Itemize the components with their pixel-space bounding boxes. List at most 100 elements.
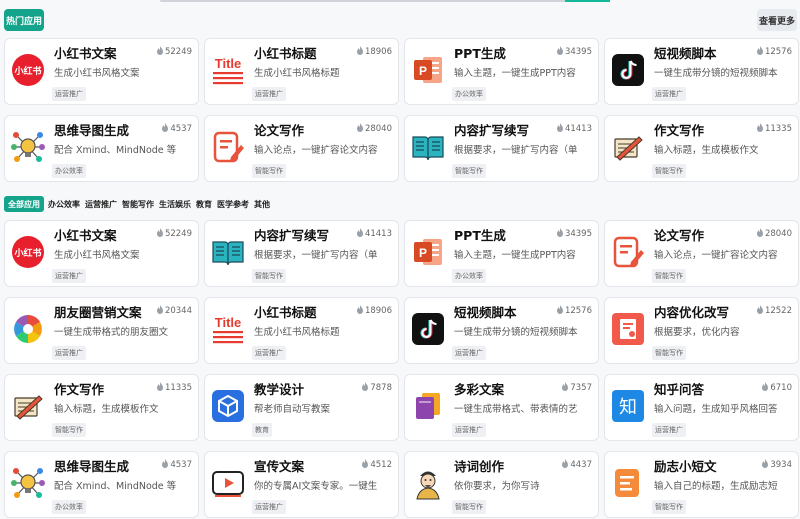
usage-count: 28040 xyxy=(756,228,792,240)
app-description: 一键生成带分镜的短视频脚本 xyxy=(654,68,778,79)
app-card[interactable]: 论文写作 28040 输入论点，一键扩容论文内容 智能写作 xyxy=(604,220,799,287)
usage-count: 18906 xyxy=(356,305,392,317)
usage-count: 7357 xyxy=(561,382,592,394)
app-title: 教学设计 xyxy=(254,382,305,397)
search-button-edge[interactable] xyxy=(565,0,610,2)
open-book-icon xyxy=(411,130,445,164)
app-card[interactable]: 小红书 小红书文案 52249 生成小红书风格文案 运营推广 xyxy=(4,38,199,105)
usage-count-value: 7357 xyxy=(570,383,592,393)
app-card[interactable]: 宣传文案 4512 你的专属AI文案专家。一键生 运营推广 xyxy=(204,451,399,518)
usage-count-value: 28040 xyxy=(364,124,392,134)
category-tag: 智能写作 xyxy=(652,164,686,178)
category-tag: 办公效率 xyxy=(452,87,486,101)
category-item[interactable]: 运营推广 xyxy=(85,199,117,210)
category-tag: 智能写作 xyxy=(452,500,486,514)
usage-count-value: 12576 xyxy=(764,47,792,57)
moments-icon xyxy=(11,312,45,346)
view-more-button[interactable]: 查看更多 xyxy=(757,9,797,31)
app-title: 励志小短文 xyxy=(654,459,717,474)
app-description: 你的专属AI文案专家。一键生 xyxy=(254,481,378,492)
usage-count: 4537 xyxy=(161,123,192,135)
app-card[interactable]: Title 小红书标题 18906 生成小红书风格标题 运营推广 xyxy=(204,38,399,105)
app-card[interactable]: 诗词创作 4437 依你要求，为你写诗 智能写作 xyxy=(404,451,599,518)
app-card[interactable]: 短视频脚本 12576 一键生成带分镜的短视频脚本 运营推广 xyxy=(604,38,799,105)
category-tag: 运营推广 xyxy=(52,87,86,101)
app-description: 帮老师自动写教案 xyxy=(254,404,331,415)
app-card[interactable]: Title 小红书标题 18906 生成小红书风格标题 运营推广 xyxy=(204,297,399,364)
usage-count-value: 18906 xyxy=(364,306,392,316)
fire-icon xyxy=(756,46,765,58)
fire-icon xyxy=(556,46,565,58)
app-card[interactable]: 内容优化改写 12522 根据要求，优化内容 智能写作 xyxy=(604,297,799,364)
category-item[interactable]: 智能写作 xyxy=(122,199,154,210)
fire-icon xyxy=(361,382,370,394)
app-card[interactable]: 励志小短文 3934 输入自己的标题，生成励志短 智能写作 xyxy=(604,451,799,518)
fire-icon xyxy=(156,382,165,394)
usage-count-value: 34395 xyxy=(564,229,592,239)
app-card[interactable]: 思维导图生成 4537 配合 Xmind、MindNode 等办公效率 xyxy=(4,451,199,518)
app-description: 生成小红书风格文案 xyxy=(54,68,140,79)
app-title: 小红书文案 xyxy=(54,228,117,243)
app-description: 一键生成带分镜的短视频脚本 xyxy=(454,327,578,338)
mindmap-icon xyxy=(11,466,45,500)
app-card[interactable]: 内容扩写续写 41413 根据要求，一键扩写内容（单 智能写作 xyxy=(404,115,599,182)
app-card[interactable]: 思维导图生成 4537 配合 Xmind、MindNode 等办公效率 xyxy=(4,115,199,182)
app-card[interactable]: 多彩文案 7357 一键生成带格式、带表情的艺 运营推广 xyxy=(404,374,599,441)
app-card[interactable]: 内容扩写续写 41413 根据要求，一键扩写内容（单 智能写作 xyxy=(204,220,399,287)
app-title: 论文写作 xyxy=(254,123,305,138)
category-tag: 智能写作 xyxy=(252,269,286,283)
app-card[interactable]: P PPT生成 34395 输入主题，一键生成PPT内容 办公效率 xyxy=(404,38,599,105)
usage-count: 11335 xyxy=(156,382,192,394)
category-tag: 办公效率 xyxy=(52,500,86,514)
app-title: 小红书文案 xyxy=(54,46,117,61)
fire-icon xyxy=(156,305,165,317)
category-tag: 教育 xyxy=(252,423,272,437)
category-tag: 办公效率 xyxy=(452,269,486,283)
app-card[interactable]: 知 知乎问答 6710 输入问题，生成知乎风格回答 运营推广 xyxy=(604,374,799,441)
category-item[interactable]: 其他 xyxy=(254,199,270,210)
app-description: 配合 Xmind、MindNode 等 xyxy=(54,481,177,492)
app-description: 一键生成带格式的朋友圈文 xyxy=(54,327,169,338)
app-title: 内容优化改写 xyxy=(654,305,730,320)
hot-apps-label: 热门应用 xyxy=(4,9,44,31)
category-item[interactable]: 医学参考 xyxy=(217,199,249,210)
tiktok-icon xyxy=(411,312,445,346)
usage-count: 34395 xyxy=(556,46,592,58)
usage-count: 34395 xyxy=(556,228,592,240)
app-card[interactable]: 作文写作 11335 输入标题，生成模板作文 智能写作 xyxy=(604,115,799,182)
usage-count: 52249 xyxy=(156,46,192,58)
title-icon: Title xyxy=(211,53,245,87)
category-all[interactable]: 全部应用 xyxy=(4,196,44,212)
colorful-cards-icon xyxy=(411,389,445,423)
app-description: 输入论点，一键扩容论文内容 xyxy=(654,250,778,261)
app-description: 生成小红书风格文案 xyxy=(54,250,140,261)
usage-count: 12522 xyxy=(756,305,792,317)
app-title: 宣传文案 xyxy=(254,459,305,474)
app-title: 小红书标题 xyxy=(254,46,317,61)
usage-count-value: 20344 xyxy=(164,306,192,316)
app-card[interactable]: 教学设计 7878 帮老师自动写教案 教育 xyxy=(204,374,399,441)
app-card[interactable]: 小红书 小红书文案 52249 生成小红书风格文案 运营推广 xyxy=(4,220,199,287)
app-card[interactable]: 短视频脚本 12576 一键生成带分镜的短视频脚本 运营推广 xyxy=(404,297,599,364)
usage-count: 20344 xyxy=(156,305,192,317)
app-card[interactable]: 朋友圈营销文案 20344 一键生成带格式的朋友圈文 运营推广 xyxy=(4,297,199,364)
document-icon xyxy=(611,312,645,346)
category-tag: 智能写作 xyxy=(52,423,86,437)
app-card[interactable]: 作文写作 11335 输入标题，生成模板作文 智能写作 xyxy=(4,374,199,441)
fire-icon xyxy=(556,305,565,317)
category-item[interactable]: 生活娱乐 xyxy=(159,199,191,210)
category-item[interactable]: 教育 xyxy=(196,199,212,210)
app-card[interactable]: P PPT生成 34395 输入主题，一键生成PPT内容 办公效率 xyxy=(404,220,599,287)
app-title: 作文写作 xyxy=(654,123,705,138)
fire-icon xyxy=(561,382,570,394)
open-book-icon xyxy=(211,235,245,269)
fire-icon xyxy=(761,459,770,471)
usage-count: 11335 xyxy=(756,123,792,135)
category-tag: 运营推广 xyxy=(52,346,86,360)
app-card[interactable]: 论文写作 28040 输入论点，一键扩容论文内容 智能写作 xyxy=(204,115,399,182)
usage-count: 41413 xyxy=(356,228,392,240)
app-description: 输入论点，一键扩容论文内容 xyxy=(254,145,378,156)
category-item[interactable]: 办公效率 xyxy=(48,199,80,210)
category-tag: 智能写作 xyxy=(252,164,286,178)
category-filter: 全部应用 办公效率 运营推广 智能写作 生活娱乐 教育 医学参考 其他 xyxy=(4,196,275,212)
